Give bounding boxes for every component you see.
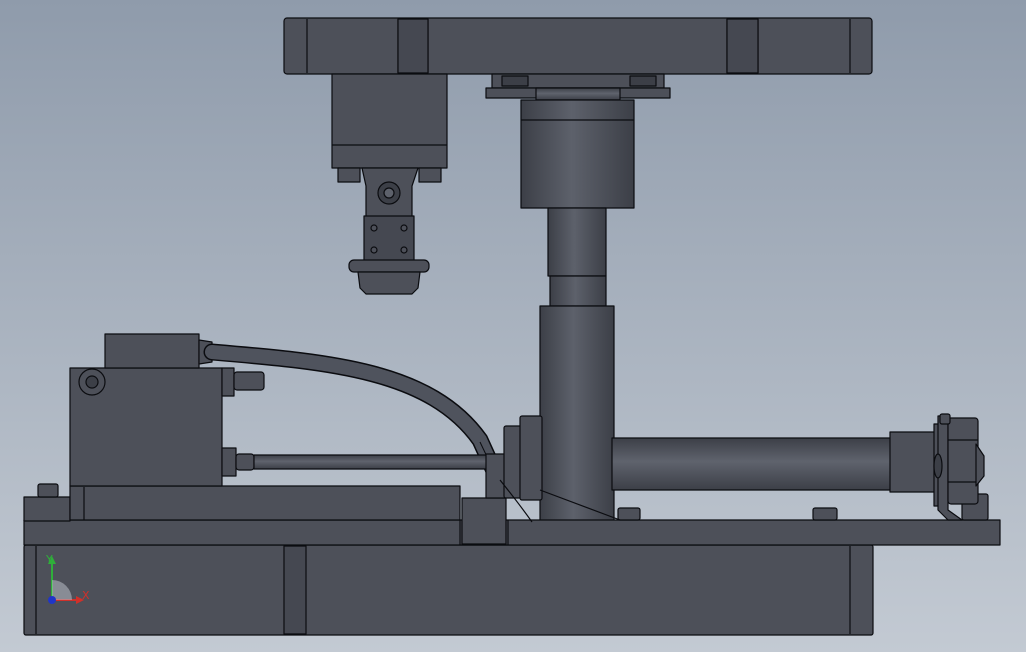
- base-block[interactable]: [23, 544, 874, 636]
- piston-rod[interactable]: [253, 454, 499, 470]
- cad-model-viewport[interactable]: Y X: [0, 0, 1026, 652]
- triad-x-label: X: [82, 589, 90, 602]
- z-axis-dot: [48, 596, 56, 604]
- assembly-drawing: [0, 0, 1026, 652]
- rotary-flange[interactable]: [485, 73, 671, 101]
- triad-y-label: Y: [46, 553, 53, 566]
- top-plate[interactable]: [283, 17, 873, 75]
